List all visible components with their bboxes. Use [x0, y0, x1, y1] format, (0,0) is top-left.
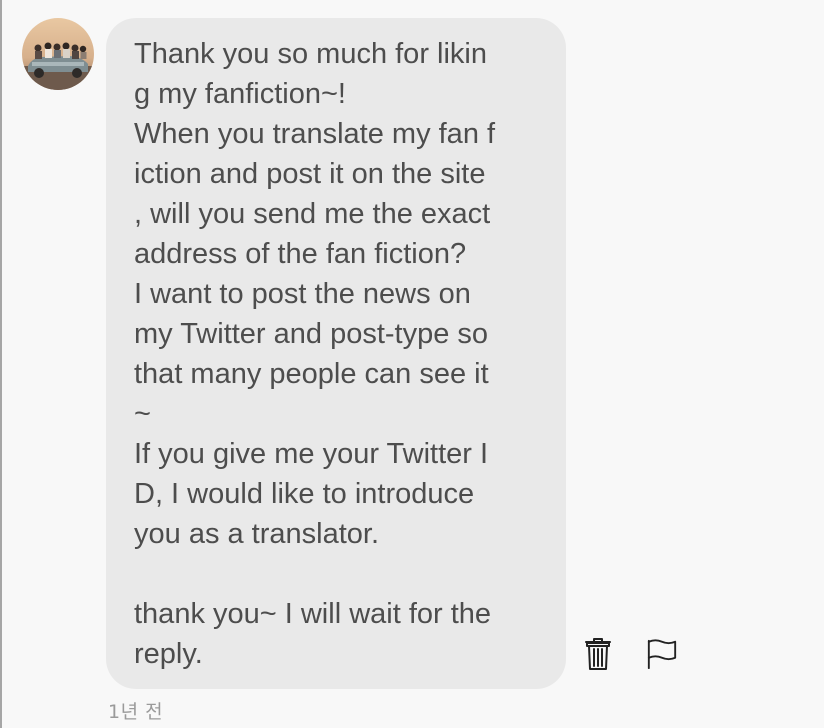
- report-button[interactable]: [646, 636, 678, 672]
- timestamp: 1년 전: [108, 701, 164, 723]
- message-text: Thank you so much for likin g my fanfict…: [134, 38, 496, 670]
- avatar[interactable]: [22, 18, 94, 90]
- delete-button[interactable]: [582, 636, 614, 672]
- flag-icon: [647, 639, 677, 670]
- message-item: Thank you so much for likin g my fanfict…: [0, 0, 824, 728]
- message-actions: [582, 636, 678, 672]
- trash-icon: [585, 638, 611, 670]
- avatar-photo: [22, 18, 94, 90]
- message-bubble: Thank you so much for likin g my fanfict…: [106, 18, 566, 689]
